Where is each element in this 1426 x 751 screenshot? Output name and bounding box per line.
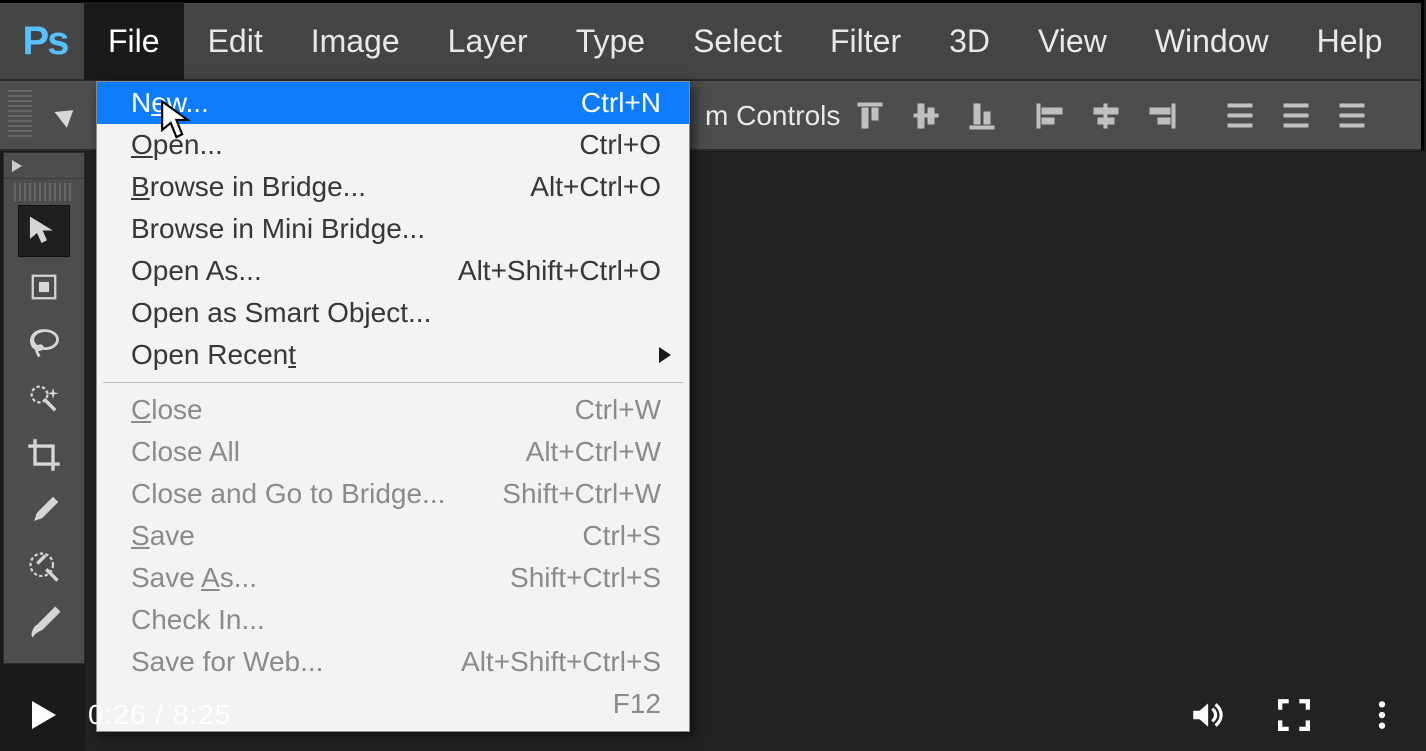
menu-item-label: New... — [131, 87, 581, 119]
toolbar-expand-toggle[interactable] — [4, 153, 84, 179]
file-menu-item: Save As...Shift+Ctrl+S — [97, 557, 689, 599]
menu-item-shortcut: Alt+Ctrl+W — [526, 436, 661, 468]
distribute-vcenter-icon[interactable] — [1276, 96, 1316, 136]
file-menu-item[interactable]: Open...Ctrl+O — [97, 124, 689, 166]
align-right-icon[interactable] — [1142, 96, 1182, 136]
play-button[interactable] — [20, 691, 68, 739]
more-vertical-icon — [1365, 698, 1399, 732]
fullscreen-icon — [1277, 698, 1311, 732]
options-align-group-1 — [850, 81, 1002, 151]
tool-brush[interactable] — [18, 597, 70, 649]
distribute-top-icon[interactable] — [1220, 96, 1260, 136]
menu-item-label: Save As... — [131, 562, 510, 594]
align-hcenter-icon[interactable] — [1086, 96, 1126, 136]
align-bottom-icon[interactable] — [962, 96, 1002, 136]
menu-item-shortcut: Ctrl+W — [575, 394, 661, 426]
file-menu-item[interactable]: Browse in Bridge...Alt+Ctrl+O — [97, 166, 689, 208]
video-time: 0:26 / 8:25 — [88, 699, 231, 731]
tool-lasso[interactable] — [18, 317, 70, 369]
file-menu-item: Save for Web...Alt+Shift+Ctrl+S — [97, 641, 689, 683]
file-menu-item[interactable]: Browse in Mini Bridge... — [97, 208, 689, 250]
file-menu-item: SaveCtrl+S — [97, 515, 689, 557]
menu-filter[interactable]: Filter — [806, 2, 925, 80]
menu-divider — [103, 382, 683, 383]
menu-item-label: Save for Web... — [131, 646, 461, 678]
menu-view[interactable]: View — [1014, 2, 1131, 80]
fullscreen-button[interactable] — [1270, 691, 1318, 739]
menu-select[interactable]: Select — [669, 2, 806, 80]
tool-eyedropper[interactable] — [18, 485, 70, 537]
more-button[interactable] — [1358, 691, 1406, 739]
menu-item-label: Close All — [131, 436, 526, 468]
tool-artboard[interactable] — [18, 261, 70, 313]
menu-item-shortcut: Shift+Ctrl+W — [502, 478, 661, 510]
app-logo: Ps — [6, 2, 84, 80]
volume-icon — [1189, 698, 1223, 732]
align-top-icon[interactable] — [850, 96, 890, 136]
left-toolbar — [3, 152, 85, 664]
file-menu-item[interactable]: Open As...Alt+Shift+Ctrl+O — [97, 250, 689, 292]
video-time-separator: / — [147, 699, 173, 730]
menu-item-label: Check In... — [131, 604, 661, 636]
menubar: Ps File Edit Image Layer Type Select Fil… — [0, 3, 1421, 81]
align-vcenter-icon[interactable] — [906, 96, 946, 136]
menu-3d[interactable]: 3D — [925, 2, 1014, 80]
tool-crop[interactable] — [18, 429, 70, 481]
options-show-transform-controls[interactable]: m Controls — [695, 81, 850, 151]
file-menu-item: Close AllAlt+Ctrl+W — [97, 431, 689, 473]
video-duration: 8:25 — [173, 699, 232, 730]
menu-window[interactable]: Window — [1131, 2, 1293, 80]
menu-help[interactable]: Help — [1293, 2, 1407, 80]
submenu-arrow-icon — [659, 347, 671, 363]
menu-item-label: Open... — [131, 129, 579, 161]
menu-item-shortcut: Shift+Ctrl+S — [510, 562, 661, 594]
menu-item-label: Open As... — [131, 255, 458, 287]
menu-item-shortcut: Alt+Ctrl+O — [530, 171, 661, 203]
menu-item-label: Save — [131, 520, 582, 552]
menu-layer[interactable]: Layer — [424, 2, 552, 80]
menu-file[interactable]: File — [84, 2, 184, 80]
menu-item-label: Open Recent — [131, 339, 661, 371]
file-menu-item: CloseCtrl+W — [97, 389, 689, 431]
menu-item-label: Close and Go to Bridge... — [131, 478, 502, 510]
menu-item-shortcut: Ctrl+N — [581, 87, 661, 119]
options-move-tool-preview[interactable] — [42, 90, 92, 140]
menu-item-label: Browse in Mini Bridge... — [131, 213, 661, 245]
menu-item-shortcut: Ctrl+S — [582, 520, 661, 552]
options-distribute-group — [1220, 81, 1372, 151]
tool-quick-select[interactable] — [18, 373, 70, 425]
file-menu-dropdown: New...Ctrl+NOpen...Ctrl+OBrowse in Bridg… — [96, 81, 690, 732]
video-controls: 0:26 / 8:25 — [0, 679, 1426, 751]
tool-healing-brush[interactable] — [18, 541, 70, 593]
file-menu-item[interactable]: Open Recent — [97, 334, 689, 376]
tool-move[interactable] — [18, 205, 70, 257]
volume-button[interactable] — [1182, 691, 1230, 739]
file-menu-item: Close and Go to Bridge...Shift+Ctrl+W — [97, 473, 689, 515]
menu-item-label: Open as Smart Object... — [131, 297, 661, 329]
file-menu-item[interactable]: New...Ctrl+N — [97, 82, 689, 124]
align-left-icon[interactable] — [1030, 96, 1070, 136]
toolbar-grip[interactable] — [14, 183, 74, 201]
video-elapsed: 0:26 — [88, 699, 147, 730]
menu-item-shortcut: Alt+Shift+Ctrl+S — [461, 646, 661, 678]
menu-image[interactable]: Image — [287, 2, 424, 80]
menu-type[interactable]: Type — [552, 2, 669, 80]
menu-edit[interactable]: Edit — [184, 2, 287, 80]
options-align-group-2 — [1030, 81, 1182, 151]
distribute-bottom-icon[interactable] — [1332, 96, 1372, 136]
file-menu-item[interactable]: Open as Smart Object... — [97, 292, 689, 334]
play-icon — [32, 701, 56, 729]
menu-item-shortcut: Ctrl+O — [579, 129, 661, 161]
menu-item-label: Close — [131, 394, 575, 426]
menu-item-label: Browse in Bridge... — [131, 171, 530, 203]
menu-item-shortcut: Alt+Shift+Ctrl+O — [458, 255, 661, 287]
options-grip[interactable] — [8, 90, 32, 140]
file-menu-item: Check In... — [97, 599, 689, 641]
